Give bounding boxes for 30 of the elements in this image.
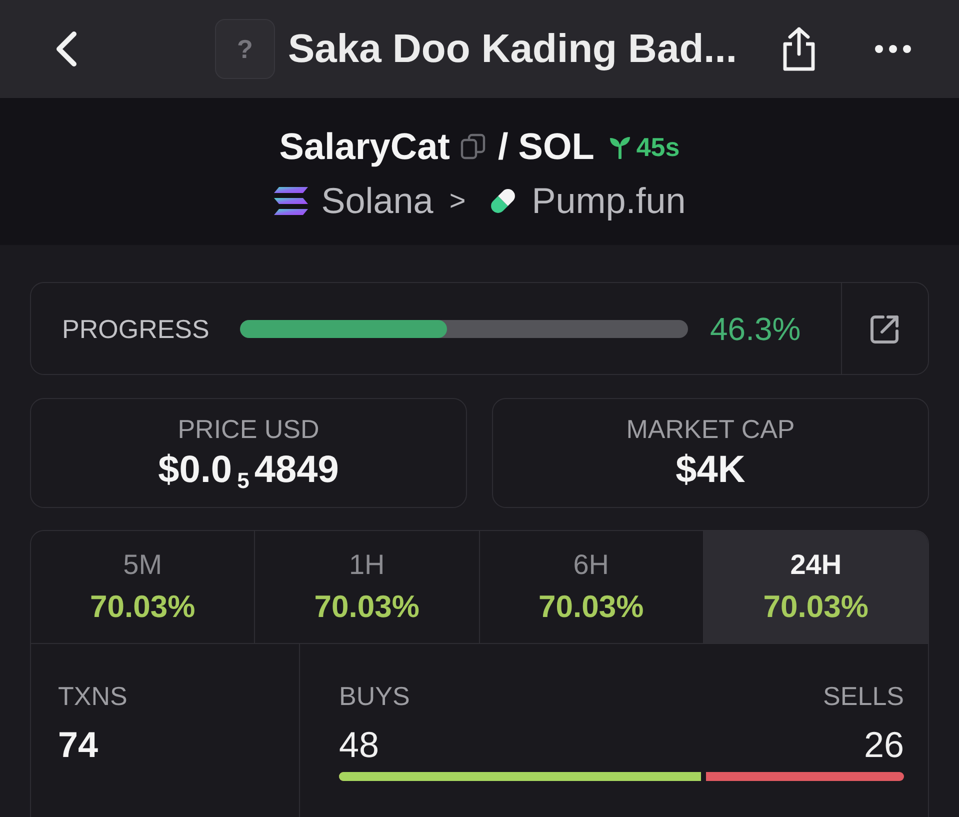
stat-label: PRICE USD — [178, 414, 320, 444]
chevron-left-icon — [55, 31, 77, 67]
pair-age: 45s — [636, 132, 680, 162]
buys-label: BUYS — [339, 681, 410, 711]
page-title: Saka Doo Kading Bad... — [288, 26, 738, 73]
token-avatar: ? — [215, 19, 275, 79]
token-name: SalaryCat — [279, 124, 450, 168]
chain-link[interactable]: Solana — [321, 178, 434, 222]
progress-percent: 46.3% — [710, 310, 801, 348]
txns-count: 74 — [58, 725, 98, 765]
launchpad-link[interactable]: Pump.fun — [532, 178, 686, 222]
solana-logo-icon — [273, 186, 310, 216]
copy-icon[interactable] — [460, 132, 486, 160]
sells-count: 26 — [864, 725, 904, 765]
stat-label: MARKET CAP — [626, 414, 795, 444]
buys-count: 48 — [339, 725, 380, 765]
stat-value: $4K — [676, 448, 746, 492]
timeframe-tab[interactable]: 1H 70.03% — [255, 531, 480, 643]
external-link-icon — [869, 312, 901, 344]
sells-label: SELLS — [823, 681, 904, 711]
sprout-icon — [608, 134, 632, 158]
stat-value: $0.0$_{5}$4849 — [158, 448, 339, 492]
timeframe-tab[interactable]: 5M 70.03% — [31, 531, 256, 643]
txns-label: TXNS — [58, 681, 128, 711]
more-icon — [875, 45, 911, 53]
pair-separator: / — [498, 124, 508, 168]
breadcrumb-separator: > — [449, 184, 466, 218]
progress-label: PROGRESS — [62, 312, 210, 344]
quote-token: SOL — [518, 124, 594, 168]
timeframe-tab[interactable]: 24H 70.03% — [704, 531, 928, 643]
